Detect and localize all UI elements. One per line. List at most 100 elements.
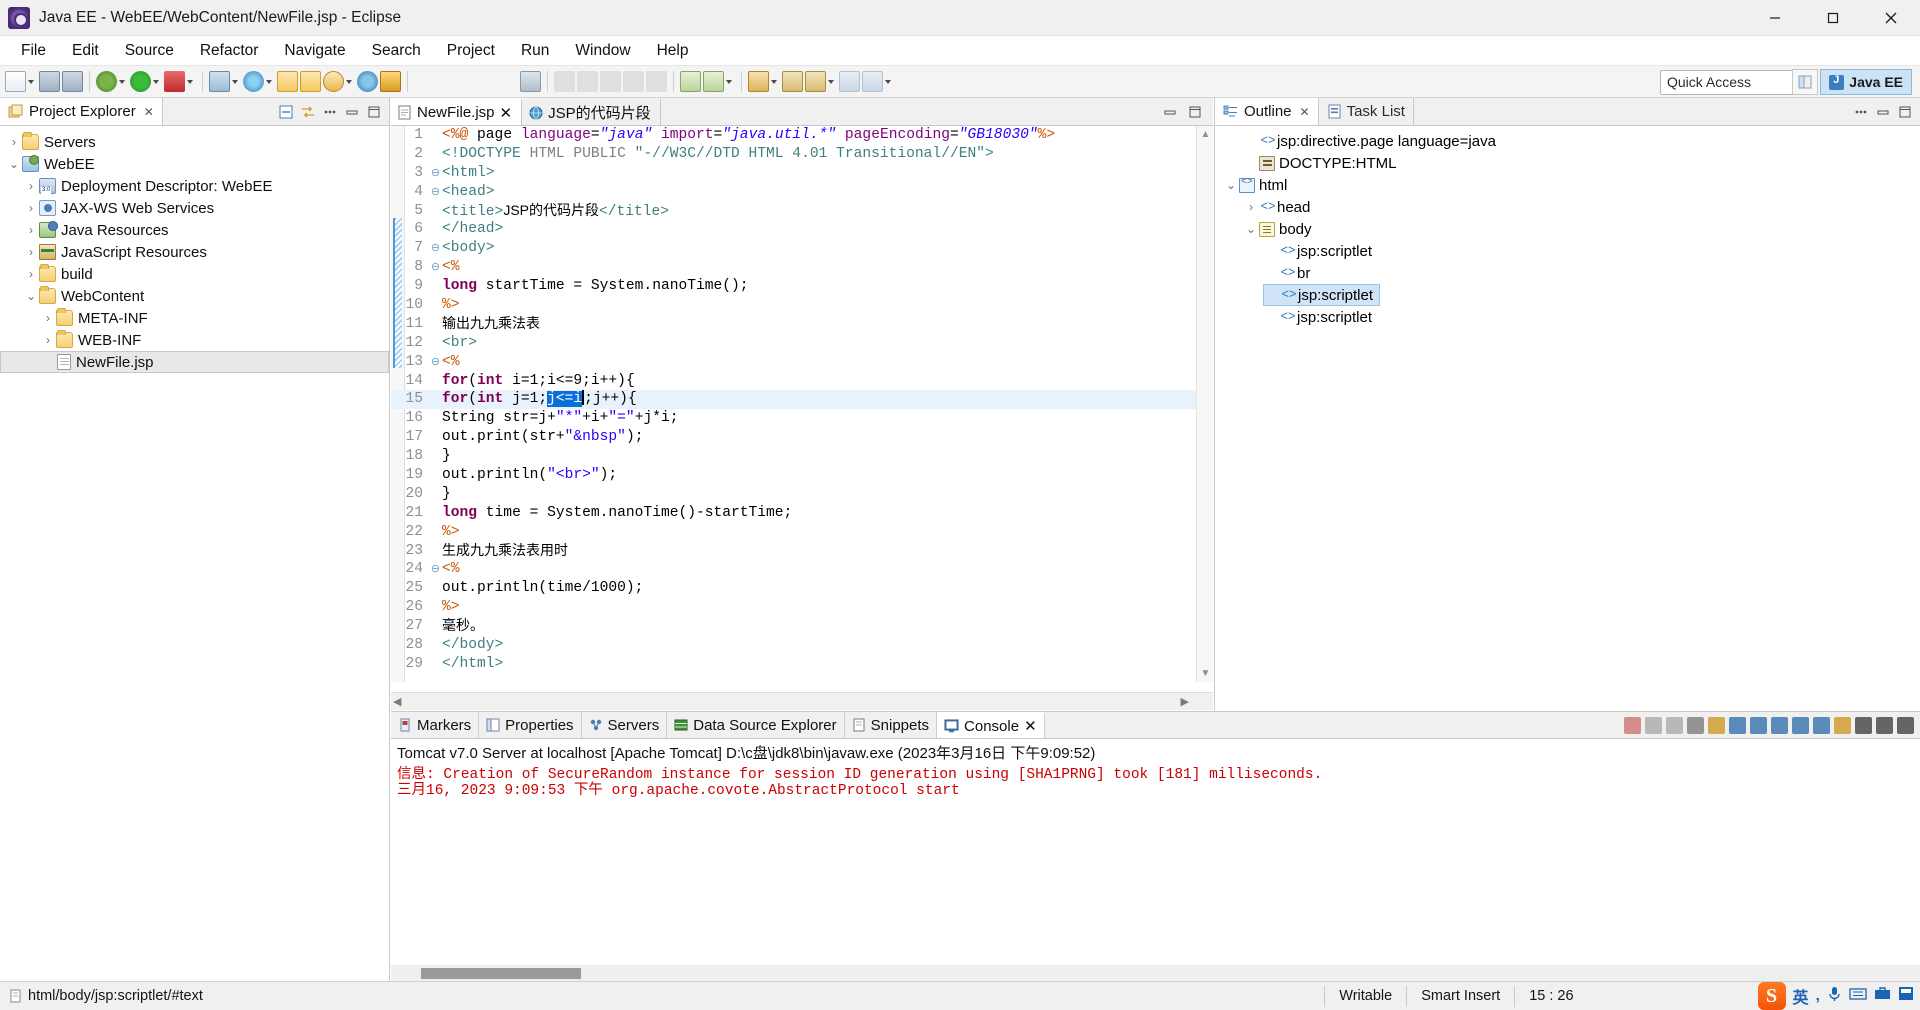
tree-item-build[interactable]: › build <box>0 263 389 285</box>
code-line-15[interactable]: 15 for(int j=1;j<=i ;j++){ <box>391 390 1213 410</box>
editor-horizontal-scrollbar[interactable]: ◀ ▶ <box>391 692 1213 710</box>
menu-run[interactable]: Run <box>508 40 562 62</box>
chevron-right-icon[interactable]: › <box>40 311 56 325</box>
code-line-4[interactable]: 4 ⊖ <head> <box>391 183 1213 202</box>
outline-item-html-2[interactable]: ⌄ html <box>1223 174 1293 196</box>
view-menu-icon[interactable] <box>1853 104 1869 120</box>
close-icon[interactable]: ✕ <box>1300 105 1310 119</box>
scrollbar-thumb[interactable] <box>421 968 581 979</box>
code-line-28[interactable]: 28 </body> <box>391 636 1213 655</box>
chevron-down-icon[interactable]: ⌄ <box>23 289 39 303</box>
tree-item-servers[interactable]: › Servers <box>0 131 389 153</box>
tree-item-webee[interactable]: ⌄ WebEE <box>0 153 389 175</box>
menu-source[interactable]: Source <box>112 40 187 62</box>
tree-item-webcontent[interactable]: ⌄ WebContent <box>0 285 389 307</box>
web-browser-dropdown-icon[interactable] <box>265 71 274 92</box>
chevron-down-icon[interactable]: ⌄ <box>6 157 22 171</box>
outline-item-body-4[interactable]: ⌄ body <box>1243 218 1318 240</box>
fold-collapse-icon[interactable]: ⊖ <box>429 560 442 579</box>
link-with-editor-icon[interactable] <box>300 104 316 120</box>
code-line-10[interactable]: 10 %> <box>391 296 1213 315</box>
suspend-icon[interactable] <box>646 71 667 92</box>
perspective-java-ee[interactable]: Java EE <box>1820 69 1912 95</box>
chevron-right-icon[interactable]: › <box>23 223 39 237</box>
chevron-right-icon[interactable]: › <box>6 135 22 149</box>
open-perspective-button[interactable] <box>1792 69 1819 95</box>
close-icon[interactable]: ✕ <box>1024 717 1037 735</box>
view-menu-icon[interactable] <box>322 104 338 120</box>
scroll-left-icon[interactable]: ◀ <box>393 695 401 708</box>
console-tabrow[interactable]: Markers Properties Servers Data Source Expl… <box>391 712 1920 739</box>
menu-file[interactable]: File <box>8 40 59 62</box>
console-horizontal-scrollbar[interactable] <box>391 965 1920 981</box>
minimize-button[interactable] <box>1746 0 1804 36</box>
code-line-21[interactable]: 21 long time = System.nanoTime()-startTi… <box>391 504 1213 523</box>
tree-item-javascript-resources[interactable]: › JavaScript Resources <box>0 241 389 263</box>
toolbox-icon[interactable] <box>1874 986 1891 1006</box>
chevron-right-icon[interactable]: › <box>23 179 39 193</box>
tab-data-source-explorer[interactable]: Data Source Explorer <box>667 712 845 738</box>
run-dropdown-icon[interactable] <box>152 71 161 92</box>
code-line-20[interactable]: 20 } <box>391 485 1213 504</box>
code-line-8[interactable]: 8 ⊖ <% <box>391 258 1213 277</box>
chevron-right-icon[interactable]: › <box>23 267 39 281</box>
tab-project-explorer[interactable]: Project Explorer ✕ <box>0 98 163 125</box>
console-menu-icon[interactable] <box>1813 716 1830 734</box>
menu-navigate[interactable]: Navigate <box>271 40 358 62</box>
outline-item-doctype-html-1[interactable]: DOCTYPE:HTML <box>1243 152 1403 174</box>
close-button[interactable] <box>1862 0 1920 36</box>
outline-item-jsp-scriptlet-8[interactable]: <> jsp:scriptlet <box>1263 306 1378 328</box>
code-line-13[interactable]: 13 ⊖ <% <box>391 353 1213 372</box>
code-line-7[interactable]: 7 ⊖ <body> <box>391 239 1213 258</box>
search-icon[interactable] <box>323 71 344 92</box>
resume-icon[interactable] <box>623 71 644 92</box>
debug-icon[interactable] <box>96 71 117 92</box>
menu-help[interactable]: Help <box>644 40 702 62</box>
code-line-24[interactable]: 24 ⊖ <% <box>391 560 1213 579</box>
open-console-icon[interactable] <box>1792 716 1809 734</box>
remove-all-icon[interactable] <box>1666 716 1683 734</box>
tab-console[interactable]: Console ✕ <box>937 712 1045 738</box>
code-line-17[interactable]: 17 out.print(str+"&nbsp"); <box>391 428 1213 447</box>
terminate-icon[interactable] <box>1624 716 1641 734</box>
new-java-package-icon[interactable] <box>703 71 724 92</box>
code-lines[interactable]: 1 <%@ page language="java" import="java.u… <box>391 126 1213 674</box>
external-tools-icon[interactable] <box>520 71 541 92</box>
minimize-icon[interactable] <box>1876 716 1893 734</box>
minimize-icon[interactable] <box>1875 104 1891 120</box>
chinese-punct-icon[interactable]: ‚ <box>1816 987 1820 1005</box>
open-folder-icon[interactable] <box>277 71 298 92</box>
console-output[interactable]: 信息: Creation of SecureRandom instance fo… <box>391 766 1920 801</box>
outline-item-jsp-scriptlet-5[interactable]: <> jsp:scriptlet <box>1263 240 1378 262</box>
new-server-dropdown-icon[interactable] <box>231 71 240 92</box>
outline-item-br-6[interactable]: <> br <box>1263 262 1316 284</box>
chevron-right-icon[interactable]: › <box>23 201 39 215</box>
tab-outline[interactable]: Outline ✕ <box>1215 98 1319 125</box>
annotation-icon[interactable] <box>748 71 769 92</box>
tab-task-list[interactable]: Task List <box>1318 98 1414 125</box>
code-editor[interactable]: 1 <%@ page language="java" import="java.u… <box>391 126 1213 682</box>
new-java-dropdown-icon[interactable] <box>725 71 734 92</box>
tree-item-jax-ws-web-services[interactable]: › JAX-WS Web Services <box>0 197 389 219</box>
word-wrap-icon[interactable] <box>1729 716 1746 734</box>
scroll-up-icon[interactable]: ▲ <box>1197 126 1213 143</box>
tab-servers[interactable]: Servers <box>581 712 668 738</box>
new-wizard-dropdown-icon[interactable] <box>27 71 36 92</box>
maximize-icon[interactable] <box>1187 104 1203 120</box>
next-annotation-icon[interactable] <box>805 71 826 92</box>
minimize-icon[interactable] <box>1162 104 1178 120</box>
run-icon[interactable] <box>130 71 151 92</box>
code-line-19[interactable]: 19 out.println("<br>"); <box>391 466 1213 485</box>
sogou-logo-icon[interactable]: S <box>1757 982 1786 1010</box>
voice-input-icon[interactable] <box>1827 985 1842 1007</box>
menu-refactor[interactable]: Refactor <box>187 40 272 62</box>
menu-search[interactable]: Search <box>359 40 434 62</box>
quick-access-input[interactable]: Quick Access <box>1660 70 1808 95</box>
code-line-9[interactable]: 9 long startTime = System.nanoTime(); <box>391 277 1213 296</box>
fold-collapse-icon[interactable]: ⊖ <box>429 239 442 258</box>
maximize-icon[interactable] <box>1897 716 1914 734</box>
menu-project[interactable]: Project <box>434 40 508 62</box>
tab-properties[interactable]: Properties <box>479 712 582 738</box>
collapse-all-icon[interactable] <box>278 104 294 120</box>
pin-console-icon[interactable] <box>1750 716 1767 734</box>
